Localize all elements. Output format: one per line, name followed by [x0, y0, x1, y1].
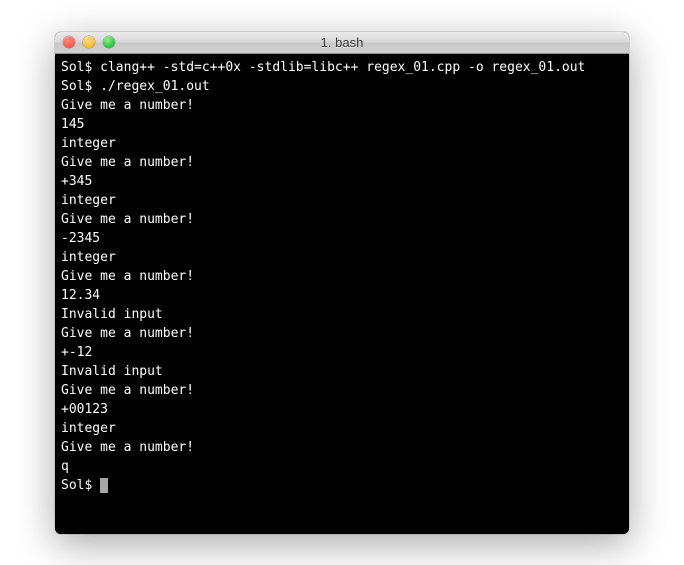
close-icon[interactable] [63, 36, 75, 48]
minimize-icon[interactable] [83, 36, 95, 48]
terminal-line: Give me a number! [61, 324, 623, 343]
cursor [100, 478, 108, 493]
terminal-line: Give me a number! [61, 438, 623, 457]
terminal-line: +00123 [61, 400, 623, 419]
terminal-line: -2345 [61, 229, 623, 248]
terminal-line: integer [61, 419, 623, 438]
terminal-line: Give me a number! [61, 210, 623, 229]
terminal-line: +-12 [61, 343, 623, 362]
window-titlebar[interactable]: 1. bash [55, 32, 629, 54]
terminal-line: Invalid input [61, 362, 623, 381]
terminal-line: q [61, 457, 623, 476]
terminal-window: 1. bash Sol$ clang++ -std=c++0x -stdlib=… [55, 32, 629, 534]
terminal-output[interactable]: Sol$ clang++ -std=c++0x -stdlib=libc++ r… [55, 54, 629, 534]
shell-prompt: Sol$ [61, 478, 100, 493]
terminal-line: integer [61, 191, 623, 210]
terminal-line: 145 [61, 115, 623, 134]
terminal-line: integer [61, 134, 623, 153]
terminal-line: Give me a number! [61, 96, 623, 115]
window-title: 1. bash [55, 35, 629, 50]
terminal-line: Give me a number! [61, 153, 623, 172]
terminal-line: Sol$ clang++ -std=c++0x -stdlib=libc++ r… [61, 58, 623, 77]
terminal-line: integer [61, 248, 623, 267]
terminal-line: Sol$ ./regex_01.out [61, 77, 623, 96]
terminal-line: Give me a number! [61, 267, 623, 286]
traffic-lights [63, 36, 115, 48]
terminal-line: 12.34 [61, 286, 623, 305]
maximize-icon[interactable] [103, 36, 115, 48]
prompt-line: Sol$ [61, 476, 623, 495]
terminal-line: +345 [61, 172, 623, 191]
terminal-line: Give me a number! [61, 381, 623, 400]
terminal-line: Invalid input [61, 305, 623, 324]
